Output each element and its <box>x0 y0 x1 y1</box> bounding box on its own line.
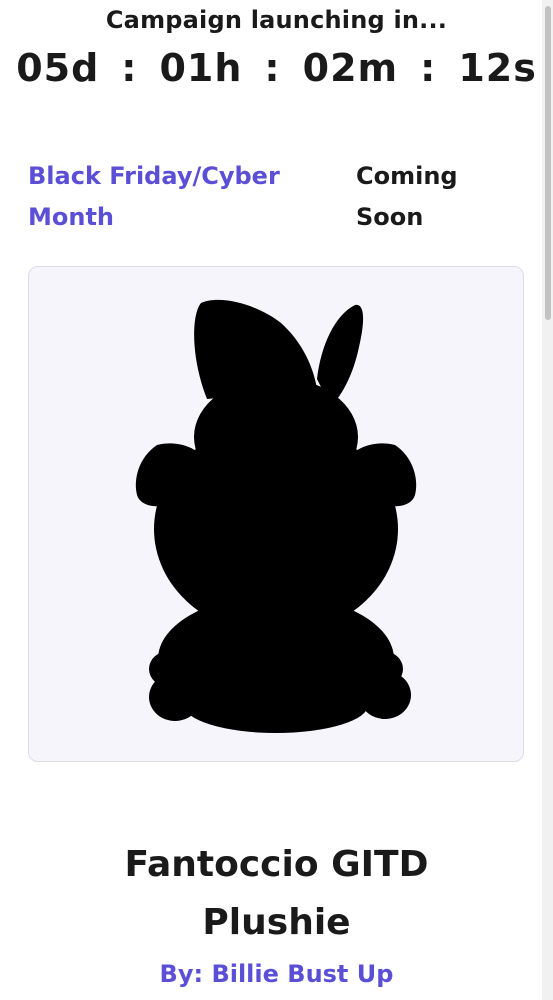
countdown-minutes: 02m <box>302 46 399 90</box>
countdown-hours: 01h <box>159 46 243 90</box>
countdown-timer: 05d : 01h : 02m : 12s <box>0 46 553 90</box>
campaign-name-link[interactable]: Black Friday/Cyber Month <box>28 156 308 238</box>
creator-byline-link[interactable]: By: Billie Bust Up <box>0 960 553 988</box>
product-image-card[interactable] <box>28 266 524 762</box>
countdown-seconds: 12s <box>458 46 537 90</box>
scrollbar-thumb[interactable] <box>545 6 551 320</box>
countdown-separator: : <box>121 46 138 90</box>
scrollbar[interactable] <box>542 0 553 1000</box>
countdown-title: Campaign launching in... <box>105 6 448 34</box>
product-title: Fantoccio GITD Plushie <box>124 844 429 943</box>
plushie-silhouette-image <box>135 299 417 733</box>
countdown-days: 05d <box>16 46 100 90</box>
countdown-separator: : <box>264 46 281 90</box>
campaign-status: Coming Soon <box>356 162 458 231</box>
countdown-separator: : <box>420 46 437 90</box>
